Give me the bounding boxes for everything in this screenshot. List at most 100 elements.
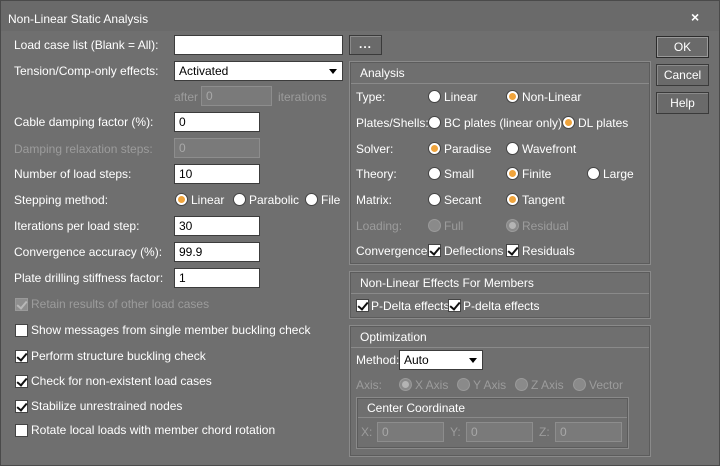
axis-x-radio [399, 378, 412, 391]
single-member-buckling-label[interactable]: Show messages from single member bucklin… [31, 323, 310, 337]
center-coordinate-title: Center Coordinate [367, 401, 466, 415]
convergence-residuals-label[interactable]: Residuals [522, 244, 575, 258]
plates-dl-radio[interactable] [562, 116, 575, 129]
stepping-method-label: Stepping method: [14, 193, 109, 207]
ok-button[interactable]: OK [656, 36, 709, 58]
solver-paradise-label[interactable]: Paradise [444, 142, 491, 156]
p-delta-effects-small-checkbox[interactable] [448, 299, 461, 312]
plates-bc-label[interactable]: BC plates (linear only) [444, 116, 562, 130]
damping-relaxation-input: 0 [174, 138, 260, 158]
rotate-local-loads-label[interactable]: Rotate local loads with member chord rot… [31, 423, 275, 437]
axis-vector-label: Vector [589, 378, 624, 392]
iterations-per-step-label: Iterations per load step: [14, 219, 140, 233]
axis-z-label: Z Axis [531, 378, 564, 392]
damping-relaxation-label: Damping relaxation steps: [14, 142, 153, 156]
method-select[interactable]: Auto [399, 350, 483, 370]
theory-small-label[interactable]: Small [444, 167, 474, 181]
loading-full-label: Full [444, 219, 464, 233]
theory-large-radio[interactable] [587, 167, 600, 180]
theory-finite-label[interactable]: Finite [522, 167, 551, 181]
type-label: Type: [356, 90, 386, 104]
convergence-deflections-checkbox[interactable] [428, 244, 441, 257]
plates-bc-radio[interactable] [428, 116, 441, 129]
solver-wavefront-label[interactable]: Wavefront [522, 142, 576, 156]
center-y-label: Y: [450, 425, 461, 439]
after-iterations-input: 0 [201, 86, 272, 106]
type-nonlinear-radio[interactable] [506, 90, 519, 103]
drilling-stiffness-label: Plate drilling stiffness factor: [14, 271, 164, 285]
load-steps-input[interactable]: 10 [174, 164, 260, 184]
chevron-down-icon [329, 69, 337, 74]
p-delta-effects-label[interactable]: P-Delta effects [371, 299, 449, 313]
structure-buckling-checkbox[interactable] [15, 350, 28, 363]
optimization-group-title: Optimization [360, 330, 427, 344]
stabilize-nodes-label[interactable]: Stabilize unrestrained nodes [31, 399, 182, 413]
stepping-file-label[interactable]: File [321, 193, 340, 207]
theory-label: Theory: [356, 167, 397, 181]
loading-residual-label: Residual [522, 219, 569, 233]
axis-label: Axis: [356, 378, 383, 392]
close-icon[interactable]: × [691, 9, 699, 25]
axis-z-radio [515, 378, 528, 391]
matrix-secant-radio[interactable] [428, 193, 441, 206]
retain-results-checkbox [15, 298, 28, 311]
tension-select[interactable]: Activated [174, 61, 343, 81]
stepping-linear-label[interactable]: Linear [191, 193, 224, 207]
member-effects-group-title: Non-Linear Effects For Members [360, 276, 534, 290]
stepping-parabolic-label[interactable]: Parabolic [249, 193, 299, 207]
matrix-tangent-radio[interactable] [506, 193, 519, 206]
group-divider [351, 83, 649, 84]
center-y-input: 0 [466, 422, 533, 442]
loading-full-radio [428, 219, 441, 232]
type-linear-radio[interactable] [428, 90, 441, 103]
matrix-secant-label[interactable]: Secant [444, 193, 481, 207]
retain-results-label: Retain results of other load cases [31, 297, 210, 311]
solver-paradise-radio[interactable] [428, 142, 441, 155]
axis-y-label: Y Axis [473, 378, 507, 392]
analysis-group: Analysis [349, 61, 651, 265]
stepping-file-radio[interactable] [305, 193, 318, 206]
drilling-stiffness-input[interactable]: 1 [174, 268, 260, 288]
non-existent-load-label[interactable]: Check for non-existent load cases [31, 374, 212, 388]
matrix-label: Matrix: [356, 193, 392, 207]
theory-small-radio[interactable] [428, 167, 441, 180]
window-title: Non-Linear Static Analysis [8, 12, 149, 26]
group-divider [351, 347, 649, 348]
type-linear-label[interactable]: Linear [444, 90, 477, 104]
iterations-per-step-input[interactable]: 30 [174, 216, 260, 236]
center-x-input: 0 [377, 422, 444, 442]
load-case-input[interactable] [174, 35, 343, 55]
tension-selected-value: Activated [179, 64, 229, 78]
single-member-buckling-checkbox[interactable] [15, 324, 28, 337]
plates-dl-label[interactable]: DL plates [578, 116, 628, 130]
cable-damping-input[interactable]: 0 [174, 112, 260, 132]
rotate-local-loads-checkbox[interactable] [15, 424, 28, 437]
method-label: Method: [356, 353, 400, 367]
title-bar[interactable]: Non-Linear Static Analysis × [1, 1, 719, 31]
theory-finite-radio[interactable] [506, 167, 519, 180]
convergence-residuals-checkbox[interactable] [506, 244, 519, 257]
type-nonlinear-label[interactable]: Non-Linear [522, 90, 581, 104]
help-button[interactable]: Help [656, 92, 709, 114]
cancel-button[interactable]: Cancel [656, 64, 709, 86]
center-z-input: 0 [555, 422, 622, 442]
solver-wavefront-radio[interactable] [506, 142, 519, 155]
stepping-parabolic-radio[interactable] [233, 193, 246, 206]
p-delta-effects-checkbox[interactable] [356, 299, 369, 312]
stepping-linear-radio[interactable] [175, 193, 188, 206]
theory-large-label[interactable]: Large [603, 167, 634, 181]
browse-load-cases-button[interactable]: ... [349, 35, 382, 55]
matrix-tangent-label[interactable]: Tangent [522, 193, 565, 207]
convergence-accuracy-input[interactable]: 99.9 [174, 242, 260, 262]
convergence-deflections-label[interactable]: Deflections [444, 244, 503, 258]
axis-y-radio [457, 378, 470, 391]
non-existent-load-checkbox[interactable] [15, 375, 28, 388]
structure-buckling-label[interactable]: Perform structure buckling check [31, 349, 206, 363]
loading-label: Loading: [356, 219, 403, 233]
center-z-label: Z: [539, 425, 550, 439]
stabilize-nodes-checkbox[interactable] [15, 400, 28, 413]
p-delta-effects-small-label[interactable]: P-delta effects [463, 299, 540, 313]
iterations-label: iterations [278, 90, 327, 104]
solver-label: Solver: [356, 142, 394, 156]
cable-damping-label: Cable damping factor (%): [14, 115, 154, 129]
